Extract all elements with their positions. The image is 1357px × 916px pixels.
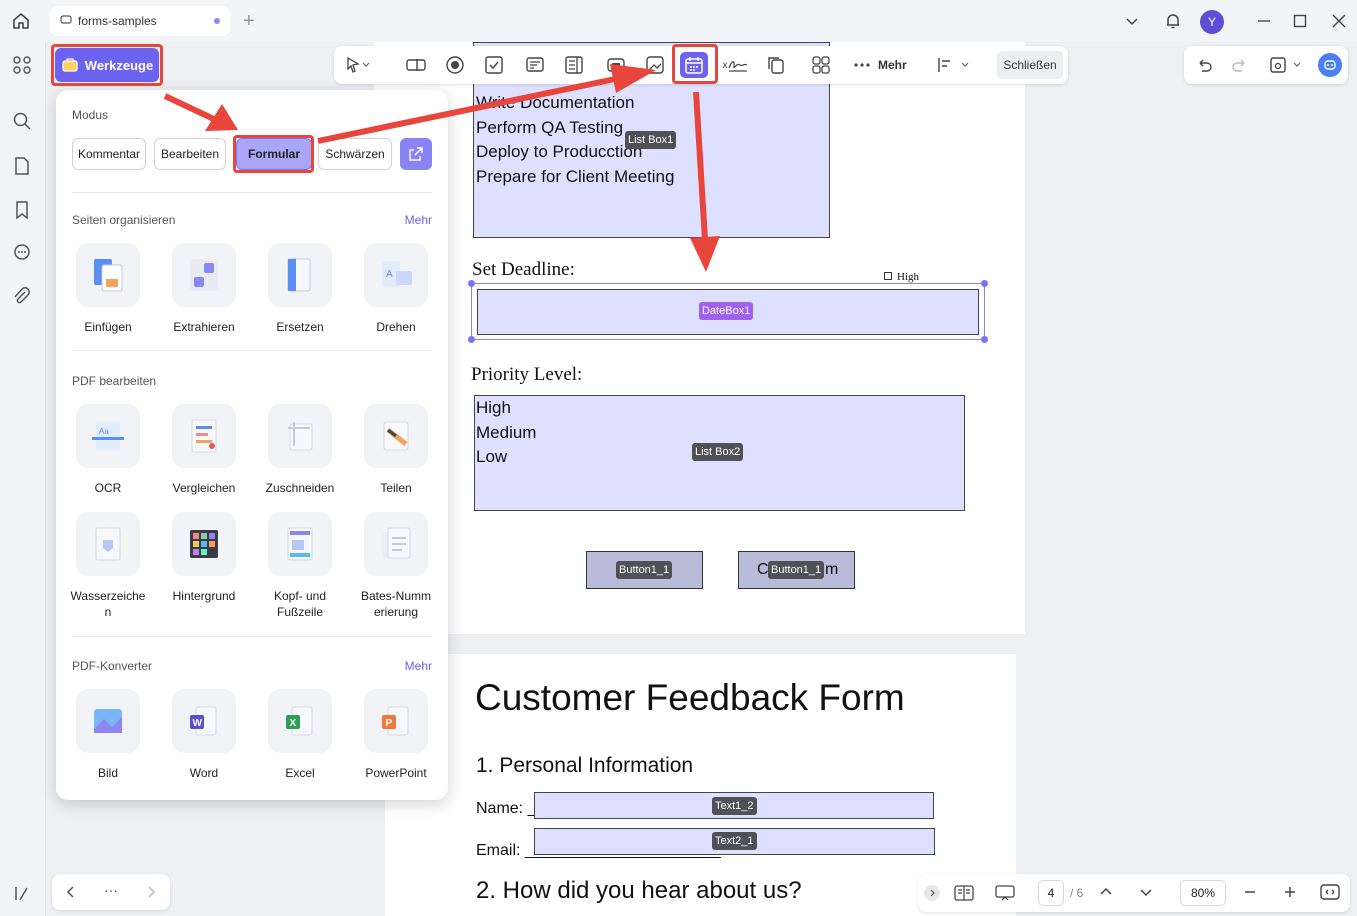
annotation-arrows	[163, 64, 720, 272]
